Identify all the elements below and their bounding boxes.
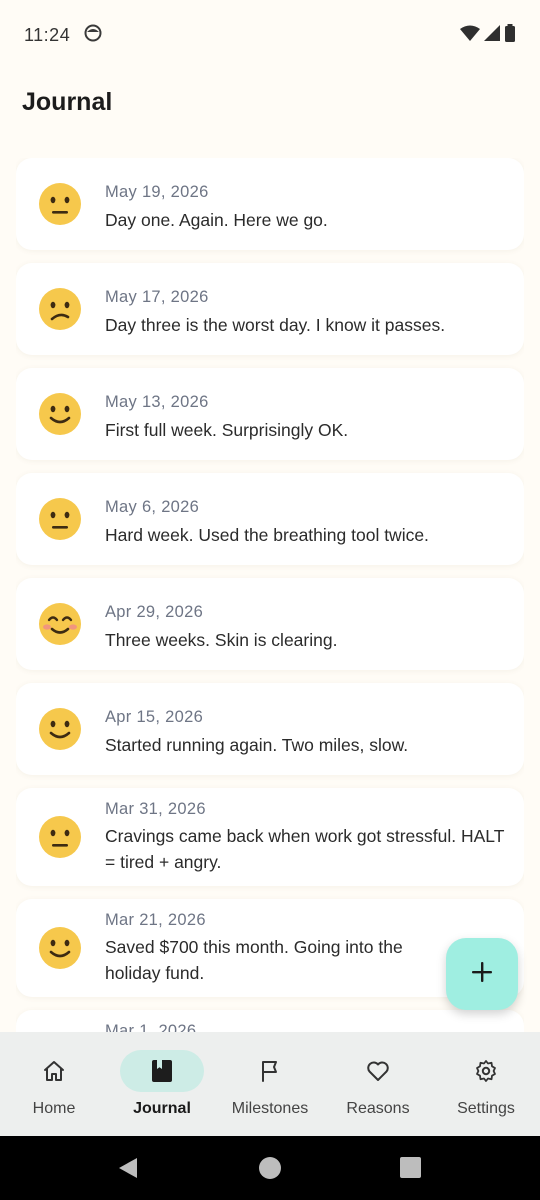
entry-text: Day one. Again. Here we go. — [105, 210, 328, 230]
status-left: 11:24 — [24, 24, 102, 47]
home-circle-icon[interactable] — [259, 1157, 281, 1184]
nav-label: Journal — [133, 1100, 191, 1117]
slightly-smiling-face-icon — [38, 707, 82, 751]
entry-text: Three weeks. Skin is clearing. — [105, 630, 338, 650]
plus-icon — [471, 961, 493, 988]
signal-icon — [484, 24, 500, 46]
back-icon[interactable] — [117, 1156, 139, 1185]
entry-date: Mar 1, 2026 — [105, 1022, 197, 1032]
nav-item-reasons[interactable]: Reasons — [324, 1032, 432, 1136]
home-icon — [42, 1059, 66, 1083]
entry-date: May 13, 2026 — [105, 393, 209, 411]
page-title: Journal — [22, 88, 113, 116]
journal-entry-card[interactable]: May 6, 2026 Hard week. Used the breathin… — [16, 473, 524, 565]
journal-entry-card[interactable]: May 19, 2026 Day one. Again. Here we go. — [16, 158, 524, 250]
entry-text: Hard week. Used the breathing tool twice… — [105, 525, 429, 545]
status-time: 11:24 — [24, 24, 71, 45]
journal-book-icon — [150, 1059, 174, 1083]
nav-label: Reasons — [346, 1100, 410, 1117]
entry-date: Mar 31, 2026 — [105, 800, 206, 818]
entry-date: Mar 21, 2026 — [105, 911, 206, 929]
entry-date: Apr 29, 2026 — [105, 603, 204, 621]
add-entry-button[interactable] — [446, 938, 518, 1010]
neutral-face-icon — [38, 497, 82, 541]
heart-icon — [366, 1059, 390, 1083]
journal-entry-card[interactable]: Mar 1, 2026 — [16, 1010, 524, 1032]
neutral-face-icon — [38, 182, 82, 226]
wifi-icon — [460, 25, 480, 46]
entry-date: May 6, 2026 — [105, 498, 200, 516]
journal-entry-list[interactable]: May 19, 2026 Day one. Again. Here we go.… — [16, 158, 524, 1032]
bottom-navigation: Home Journal Milestones Reasons Settings — [0, 1032, 540, 1136]
nav-label: Settings — [457, 1100, 515, 1117]
entry-text: Started running again. Two miles, slow. — [105, 735, 409, 755]
nav-item-settings[interactable]: Settings — [432, 1032, 540, 1136]
nav-item-home[interactable]: Home — [0, 1032, 108, 1136]
entry-text: Saved $700 this month. Going into the ho… — [105, 937, 403, 983]
status-right — [460, 23, 516, 47]
entry-text: Cravings came back when work got stressf… — [105, 826, 505, 872]
journal-entry-card[interactable]: Mar 31, 2026 Cravings came back when wor… — [16, 788, 524, 886]
nav-item-milestones[interactable]: Milestones — [216, 1032, 324, 1136]
notification-face-icon — [84, 24, 102, 47]
status-bar: 11:24 — [0, 0, 540, 70]
entry-text: Day three is the worst day. I know it pa… — [105, 315, 446, 335]
journal-entry-card[interactable]: May 17, 2026 Day three is the worst day.… — [16, 263, 524, 355]
gear-icon — [474, 1059, 498, 1083]
journal-entry-card[interactable]: Apr 29, 2026 Three weeks. Skin is cleari… — [16, 578, 524, 670]
slightly-smiling-face-icon — [38, 392, 82, 436]
slightly-smiling-face-icon — [38, 926, 82, 970]
nav-label: Milestones — [231, 1100, 309, 1117]
journal-entry-card[interactable]: May 13, 2026 First full week. Surprising… — [16, 368, 524, 460]
recents-icon[interactable] — [400, 1157, 421, 1183]
battery-icon — [504, 23, 516, 47]
nav-label: Home — [32, 1100, 76, 1117]
confused-face-icon — [38, 287, 82, 331]
entry-date: Apr 15, 2026 — [105, 708, 204, 726]
flag-icon — [258, 1059, 282, 1083]
nav-item-journal[interactable]: Journal — [108, 1032, 216, 1136]
entry-date: May 19, 2026 — [105, 183, 209, 201]
smiling-blush-face-icon — [38, 602, 82, 646]
entry-date: May 17, 2026 — [105, 288, 209, 306]
system-navigation-bar — [0, 1136, 540, 1200]
journal-entry-card[interactable]: Apr 15, 2026 Started running again. Two … — [16, 683, 524, 775]
entry-text: First full week. Surprisingly OK. — [105, 420, 349, 440]
neutral-face-icon — [38, 815, 82, 859]
